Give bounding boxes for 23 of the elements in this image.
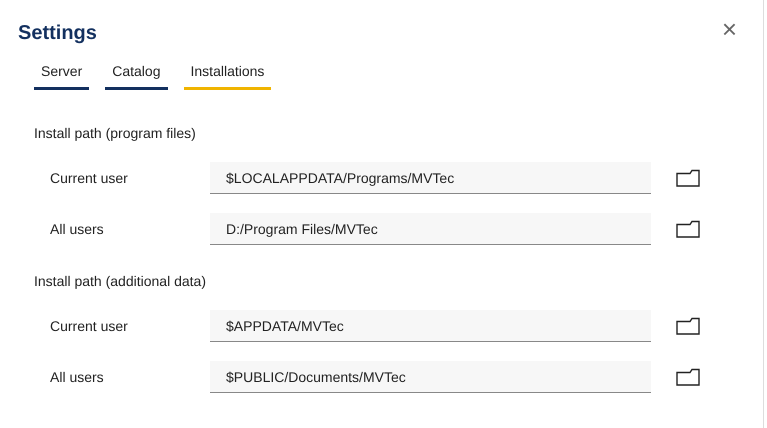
- window-title: Settings: [18, 21, 97, 46]
- tab[interactable]: Catalog: [105, 57, 168, 90]
- tab[interactable]: Installations: [184, 57, 272, 90]
- folder-icon: [676, 368, 700, 386]
- close-button[interactable]: ×: [718, 16, 741, 42]
- section-heading: Install path (program files): [34, 124, 197, 143]
- tab[interactable]: Server: [34, 57, 90, 90]
- path-field[interactable]: $APPDATA/MVTec: [210, 310, 651, 342]
- folder-icon: [676, 220, 700, 238]
- path-field[interactable]: $LOCALAPPDATA/Programs/MVTec: [210, 162, 651, 194]
- path-field[interactable]: $PUBLIC/Documents/MVTec: [210, 361, 651, 393]
- field-label: All users: [49, 220, 105, 238]
- browse-button[interactable]: [676, 220, 700, 238]
- folder-icon: [676, 169, 700, 187]
- browse-button[interactable]: [676, 317, 700, 335]
- section-heading: Install path (additional data): [34, 272, 207, 291]
- path-field[interactable]: D:/Program Files/MVTec: [210, 213, 651, 245]
- browse-button[interactable]: [676, 169, 700, 187]
- folder-icon: [676, 317, 700, 335]
- browse-button[interactable]: [676, 368, 700, 386]
- field-label: Current user: [49, 168, 129, 188]
- field-label: Current user: [49, 316, 129, 336]
- field-label: All users: [49, 368, 105, 386]
